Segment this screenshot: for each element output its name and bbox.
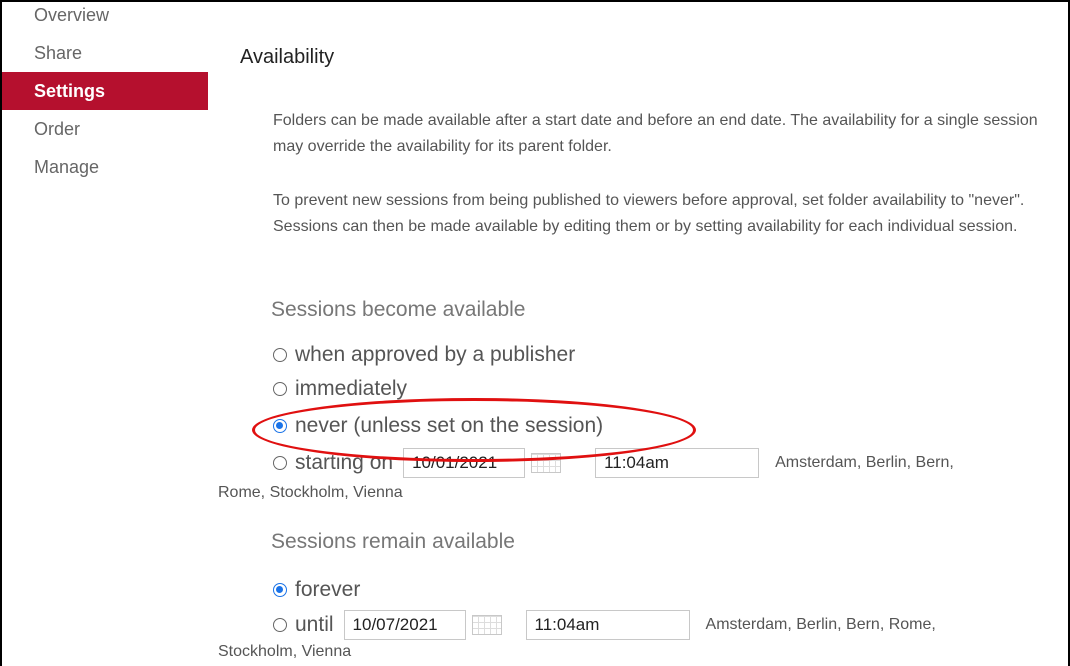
option-starting-on[interactable]: starting on Amsterdam, Berlin, Bern, (273, 448, 954, 478)
option-label: when approved by a publisher (295, 343, 576, 366)
sidebar-item-manage[interactable]: Manage (2, 148, 208, 186)
remain-available-label: Sessions remain available (271, 530, 515, 553)
radio-immediately[interactable] (273, 382, 287, 396)
description-paragraph-1: Folders can be made available after a st… (273, 112, 1038, 155)
calendar-icon[interactable] (471, 615, 502, 635)
radio-when-approved[interactable] (273, 348, 287, 362)
radio-forever[interactable] (273, 583, 287, 597)
option-when-approved[interactable]: when approved by a publisher (273, 343, 575, 367)
sidebar-item-share[interactable]: Share (2, 34, 208, 72)
start-timezone-line1: Amsterdam, Berlin, Bern, (775, 454, 954, 471)
description-paragraph-2: To prevent new sessions from being publi… (273, 192, 1025, 235)
option-label: forever (295, 578, 361, 601)
option-label: starting on (295, 451, 394, 474)
radio-until[interactable] (273, 618, 287, 632)
sidebar-item-overview[interactable]: Overview (2, 0, 208, 34)
option-label: immediately (295, 377, 408, 400)
end-timezone-line1: Amsterdam, Berlin, Bern, Rome, (705, 616, 936, 633)
radio-starting-on[interactable] (273, 456, 287, 470)
sidebar-item-settings[interactable]: Settings (2, 72, 208, 110)
option-forever[interactable]: forever (273, 578, 360, 602)
option-until[interactable]: until Amsterdam, Berlin, Bern, Rome, (273, 610, 936, 640)
start-timezone-line2: Rome, Stockholm, Vienna (218, 484, 403, 501)
end-date-input[interactable] (343, 610, 466, 640)
end-time-input[interactable] (525, 610, 690, 640)
sidebar: Overview Share Settings Order Manage (2, 0, 208, 186)
option-label: until (295, 613, 334, 636)
section-title: Availability (240, 46, 335, 68)
radio-never[interactable] (273, 419, 287, 433)
option-immediately[interactable]: immediately (273, 377, 407, 401)
start-date-input[interactable] (403, 448, 526, 478)
start-time-input[interactable] (595, 448, 760, 478)
calendar-icon[interactable] (531, 453, 562, 473)
end-timezone-line2: Stockholm, Vienna (218, 643, 352, 660)
option-never[interactable]: never (unless set on the session) (273, 414, 603, 438)
option-label: never (unless set on the session) (295, 414, 604, 437)
become-available-label: Sessions become available (271, 298, 526, 321)
sidebar-item-order[interactable]: Order (2, 110, 208, 148)
